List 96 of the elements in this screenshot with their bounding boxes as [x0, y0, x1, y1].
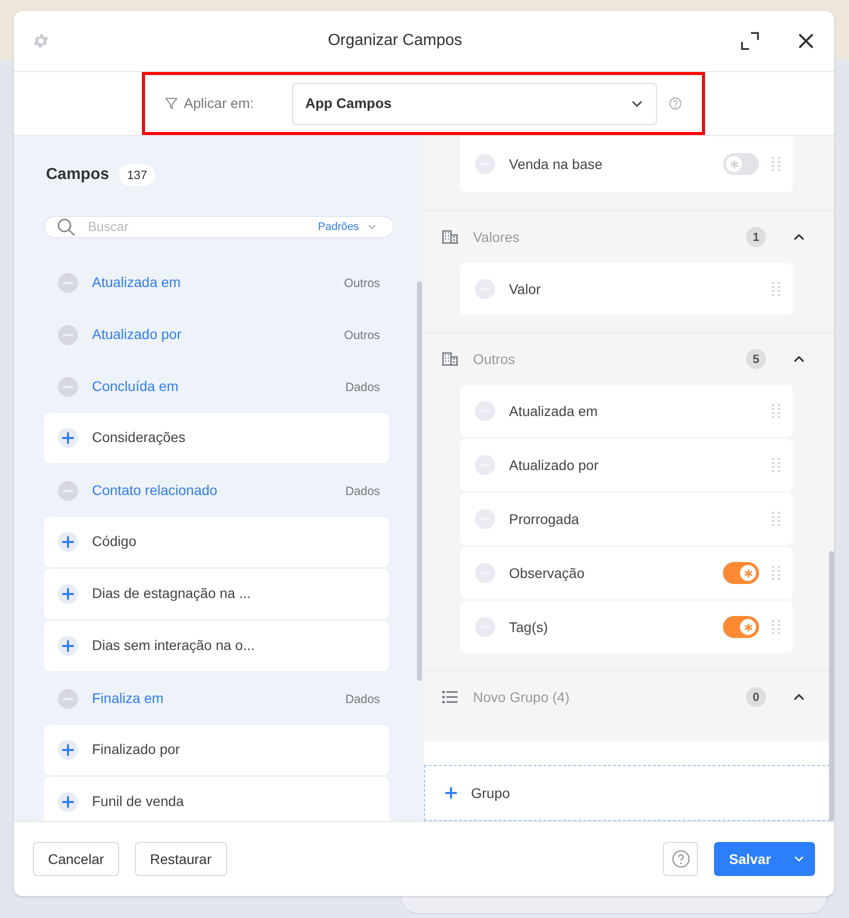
- field-card[interactable]: Dias sem interação na o...: [44, 620, 389, 670]
- field-name: Contato relacionado: [92, 481, 218, 500]
- field-name: Concluída em: [92, 377, 180, 396]
- settings-icon[interactable]: [32, 32, 50, 50]
- group-field-card[interactable]: Atualizado por: [460, 439, 793, 491]
- drag-handle-icon[interactable]: [771, 156, 781, 172]
- remove-icon[interactable]: [58, 272, 78, 292]
- field-category: Outros: [344, 326, 380, 344]
- filter-icon: [165, 97, 178, 110]
- save-button[interactable]: Salvar: [714, 842, 815, 876]
- field-name: Observação: [509, 564, 586, 583]
- field-name: Funil de venda: [92, 792, 184, 811]
- search-field[interactable]: Buscar Padrões: [44, 216, 394, 238]
- field-card[interactable]: Dias de estagnação na ...: [44, 568, 389, 618]
- field-category: Dados: [345, 482, 380, 500]
- add-icon[interactable]: [58, 740, 78, 760]
- required-toggle[interactable]: [723, 153, 759, 175]
- building-icon: [442, 230, 458, 244]
- field-row[interactable]: Finaliza em Dados: [44, 672, 389, 724]
- group-title: Outros: [473, 350, 516, 368]
- remove-icon[interactable]: [58, 480, 78, 500]
- required-toggle[interactable]: [723, 562, 759, 584]
- field-card[interactable]: Código: [44, 516, 389, 566]
- drag-handle-icon[interactable]: [771, 565, 781, 581]
- group-field-card[interactable]: Tag(s): [460, 601, 793, 653]
- asterisk-icon: [744, 622, 752, 632]
- field-name: Atualizado por: [509, 456, 600, 475]
- drag-handle-icon[interactable]: [771, 403, 781, 419]
- asterisk-icon: [730, 160, 738, 168]
- group-field-card[interactable]: Valor: [460, 263, 793, 315]
- field-name: Finalizado por: [92, 740, 180, 759]
- field-name: Considerações: [92, 428, 186, 447]
- field-card[interactable]: Finalizado por: [44, 724, 389, 774]
- search-icon: [57, 218, 75, 236]
- filter-dropdown[interactable]: Padrões: [318, 218, 359, 235]
- apply-select[interactable]: App Campos: [292, 82, 658, 124]
- required-toggle[interactable]: [723, 616, 759, 638]
- field-category: Dados: [345, 690, 380, 708]
- dialog-title: Organizar Campos: [328, 31, 462, 51]
- field-card[interactable]: Funil de venda: [44, 776, 389, 821]
- add-icon[interactable]: [58, 584, 78, 604]
- asterisk-icon: [744, 568, 752, 578]
- group-count: 0: [746, 687, 766, 707]
- list-icon: [442, 690, 458, 704]
- field-name: Atualizada em: [92, 273, 182, 292]
- add-icon[interactable]: [58, 636, 78, 656]
- add-icon[interactable]: [58, 532, 78, 552]
- close-icon[interactable]: [798, 33, 814, 49]
- count-badge: 137: [119, 164, 156, 186]
- group-field-card[interactable]: Prorrogada: [460, 493, 793, 545]
- filter-label: Aplicar em:: [184, 94, 255, 113]
- group-field-card[interactable]: Observação: [460, 547, 793, 599]
- scrollbar[interactable]: [417, 281, 422, 681]
- restore-button[interactable]: Restaurar: [135, 842, 226, 876]
- panel-title: Campos: [46, 165, 110, 185]
- drag-handle-icon[interactable]: [771, 457, 781, 473]
- field-row[interactable]: Atualizado por Outros: [44, 308, 389, 360]
- scrollbar[interactable]: [829, 551, 834, 821]
- field-category: Dados: [345, 378, 380, 396]
- group-field-card[interactable]: Venda na base: [460, 136, 793, 192]
- field-row[interactable]: Contato relacionado Dados: [44, 464, 389, 516]
- drag-handle-icon[interactable]: [771, 511, 781, 527]
- field-row[interactable]: Concluída em Dados: [44, 360, 389, 412]
- field-name: Prorrogada: [509, 510, 580, 529]
- cancel-button[interactable]: Cancelar: [33, 842, 120, 876]
- add-icon[interactable]: [58, 428, 78, 448]
- field-name: Dias de estagnação na ...: [92, 584, 251, 603]
- group-title: Novo Grupo (4): [473, 688, 570, 707]
- field-name: Finaliza em: [92, 689, 165, 708]
- field-name: Atualizado por: [92, 325, 183, 344]
- field-row[interactable]: Atualizada em Outros: [44, 256, 389, 308]
- field-name: Valor: [509, 280, 542, 298]
- help-button[interactable]: [663, 842, 698, 876]
- field-name: Dias sem interação na o...: [92, 636, 255, 655]
- remove-icon[interactable]: [58, 688, 78, 708]
- field-name: Código: [92, 532, 136, 551]
- search-input[interactable]: Buscar: [88, 217, 318, 236]
- help-icon: [672, 850, 690, 868]
- field-card[interactable]: Considerações: [44, 412, 389, 462]
- expand-icon[interactable]: [740, 31, 760, 51]
- group-title: Valores: [473, 228, 520, 246]
- building-icon: [442, 352, 458, 366]
- field-name: Venda na base: [509, 154, 604, 174]
- add-icon[interactable]: [58, 792, 78, 812]
- group-count: 5: [746, 349, 766, 369]
- group-field-card[interactable]: Atualizada em: [460, 385, 793, 437]
- help-icon[interactable]: [669, 97, 682, 110]
- field-category: Outros: [344, 274, 380, 292]
- group-count: 1: [746, 227, 766, 247]
- drag-handle-icon[interactable]: [771, 619, 781, 635]
- remove-icon[interactable]: [58, 376, 78, 396]
- drag-handle-icon[interactable]: [771, 281, 781, 297]
- remove-icon[interactable]: [58, 324, 78, 344]
- field-name: Atualizada em: [509, 402, 599, 420]
- plus-icon: [445, 787, 457, 799]
- field-name: Tag(s): [509, 618, 549, 637]
